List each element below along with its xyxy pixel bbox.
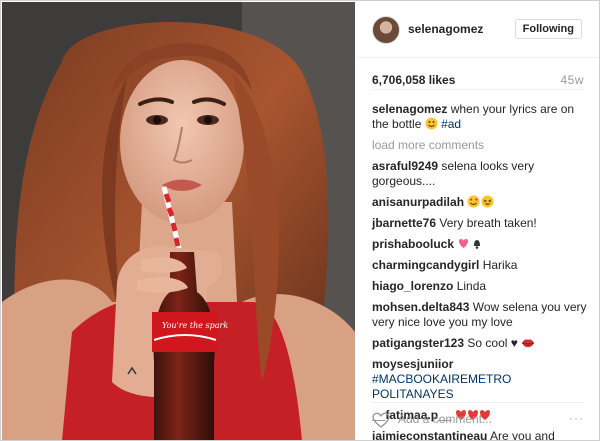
- comment-username[interactable]: asraful9249: [372, 159, 438, 173]
- comment: charmingcandygirl Harika: [372, 258, 588, 273]
- likes-row: 6,706,058 likes 45w: [372, 64, 584, 90]
- comment-text: Harika: [482, 258, 518, 272]
- comment: moysesjuniior #MACBOOKAIREMETRO POLITANA…: [372, 357, 588, 402]
- comment-username[interactable]: jbarnette76: [372, 216, 436, 230]
- heart-eyes-emoji-icon: [467, 195, 494, 208]
- load-more-comments-link[interactable]: load more comments: [372, 138, 588, 153]
- comment: patigangster123 So cool ♥: [372, 336, 588, 351]
- bottle-label: You're the spark: [162, 321, 228, 330]
- comment-footer: ···: [372, 402, 584, 434]
- caption-username[interactable]: selenagomez: [372, 102, 447, 116]
- profile-username[interactable]: selenagomez: [408, 22, 483, 36]
- smile-emoji-icon: [425, 117, 438, 130]
- following-button[interactable]: Following: [514, 19, 582, 39]
- comment-hashtag[interactable]: #MACBOOKAIREMETRO POLITANAYES: [372, 372, 511, 401]
- post-sidebar: selenagomez Following 6,706,058 likes 45…: [356, 2, 599, 440]
- avatar[interactable]: [372, 16, 400, 44]
- comment: hiago_lorenzo Linda: [372, 279, 588, 294]
- comment-text: Linda: [456, 279, 487, 293]
- comment-username[interactable]: hiago_lorenzo: [372, 279, 453, 293]
- comment-username[interactable]: anisanurpadilah: [372, 195, 464, 209]
- comment: mohsen.delta843 Wow selena you very very…: [372, 300, 588, 330]
- caption: selenagomez when your lyrics are on the …: [372, 102, 588, 132]
- comment: prishabooluck: [372, 237, 588, 252]
- photo-illustration: You're the spark: [2, 2, 355, 440]
- lips-emoji-icon: [522, 339, 535, 348]
- comment-username[interactable]: prishabooluck: [372, 237, 454, 251]
- comment: jbarnette76 Very breath taken!: [372, 216, 588, 231]
- comment-username[interactable]: moysesjuniior: [372, 357, 453, 371]
- comment: anisanurpadilah: [372, 195, 588, 210]
- caption-hashtag[interactable]: #ad: [441, 117, 461, 131]
- comment-username[interactable]: mohsen.delta843: [372, 300, 469, 314]
- comment: asraful9249 selena looks very gorgeous..…: [372, 159, 588, 189]
- comment-text: So cool ♥: [467, 336, 522, 350]
- comment-text: Very breath taken!: [439, 216, 537, 230]
- comments-list: selenagomez when your lyrics are on the …: [372, 102, 588, 440]
- comment-username[interactable]: charmingcandygirl: [372, 258, 479, 272]
- more-options-icon[interactable]: ···: [569, 411, 584, 425]
- heart-icon[interactable]: [372, 412, 390, 428]
- post-photo[interactable]: You're the spark: [2, 2, 355, 440]
- kiss-bell-emoji-icon: [459, 239, 481, 249]
- post-header: selenagomez Following: [356, 2, 599, 58]
- instagram-post: You're the spark selenagomez Following 6…: [0, 0, 600, 441]
- post-time[interactable]: 45w: [560, 73, 584, 87]
- add-comment-input[interactable]: [398, 412, 568, 426]
- comment-username[interactable]: patigangster123: [372, 336, 464, 350]
- likes-count[interactable]: 6,706,058 likes: [372, 73, 455, 87]
